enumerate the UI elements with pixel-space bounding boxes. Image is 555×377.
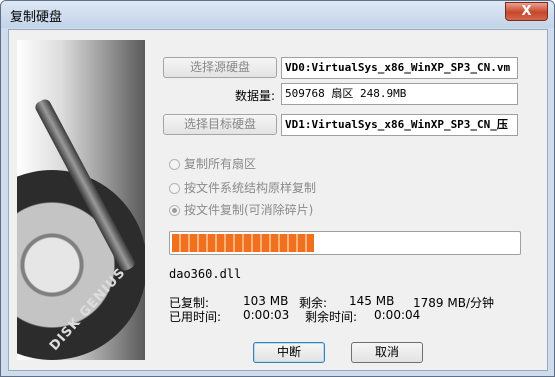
source-disk-field[interactable]: VD0:VirtualSys_x86_WinXP_SP3_CN.vm xyxy=(281,57,518,79)
radio-button[interactable] xyxy=(169,183,180,194)
option-label: 复制所有扇区 xyxy=(184,157,257,171)
elapsed-time-label: 已用时间: xyxy=(169,310,222,324)
radio-button[interactable] xyxy=(169,159,180,170)
capacity-field: 509768 扇区 248.9MB xyxy=(281,83,518,105)
option-label: 按文件系统结构原样复制 xyxy=(184,181,317,195)
dialog-body: DISK GENIUS 选择源硬盘 VD0:VirtualSys_x86_Win… xyxy=(8,29,548,371)
target-disk-field[interactable]: VD1:VirtualSys_x86_WinXP_SP3_CN_压 xyxy=(281,114,518,136)
option-copy-fs-structure[interactable]: 按文件系统结构原样复制 xyxy=(169,179,316,196)
copy-disk-dialog: 复制硬盘 X DISK GENIUS 选择源硬盘 VD0:VirtualSys_… xyxy=(0,0,555,377)
progress-fill xyxy=(172,234,314,252)
option-copy-all-sectors[interactable]: 复制所有扇区 xyxy=(169,155,256,172)
option-copy-by-file[interactable]: 按文件复制(可消除碎片) xyxy=(169,201,313,218)
capacity-label: 数据量: xyxy=(235,89,276,103)
title-bar[interactable]: 复制硬盘 X xyxy=(1,1,554,28)
current-file: dao360.dll xyxy=(169,267,242,281)
elapsed-time-value: 0:00:03 xyxy=(243,308,290,322)
remaining-time-label: 剩余时间: xyxy=(305,310,358,324)
disk-genius-banner: DISK GENIUS xyxy=(17,40,145,360)
select-target-disk-button[interactable]: 选择目标硬盘 xyxy=(163,114,277,135)
cancel-button[interactable]: 取消 xyxy=(351,342,423,363)
window-title: 复制硬盘 xyxy=(10,10,63,25)
remaining-value: 145 MB xyxy=(349,294,395,308)
abort-button[interactable]: 中断 xyxy=(253,342,325,363)
copy-progress-bar xyxy=(169,231,521,255)
copy-speed: 1789 MB/分钟 xyxy=(413,296,494,310)
remaining-time-value: 0:00:04 xyxy=(374,308,421,322)
copied-value: 103 MB xyxy=(243,294,289,308)
close-button[interactable]: X xyxy=(505,2,548,21)
radio-button-selected[interactable] xyxy=(169,205,180,216)
select-source-disk-button[interactable]: 选择源硬盘 xyxy=(163,57,277,78)
option-label: 按文件复制(可消除碎片) xyxy=(184,203,314,217)
